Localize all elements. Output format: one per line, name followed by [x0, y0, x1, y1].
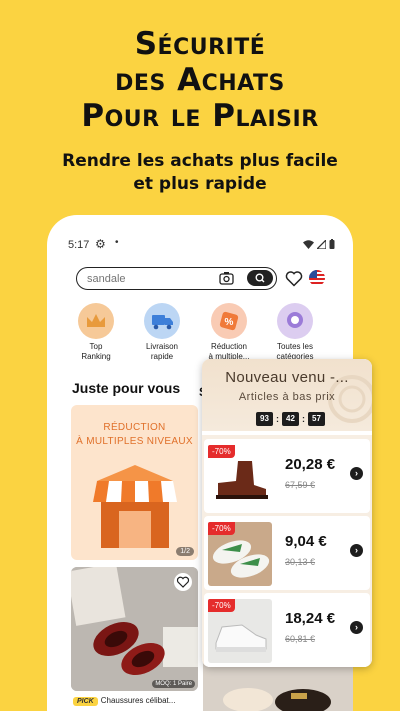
new-arrivals-header: Nouveau venu -... Articles à bas prix 93…: [202, 359, 372, 431]
deal-price: 18,24 €: [285, 610, 336, 627]
discount-tag-icon: %: [211, 303, 247, 339]
pick-badge: PICK: [73, 697, 98, 706]
crown-icon: [78, 303, 114, 339]
category-all[interactable]: Toutes les catégories: [264, 303, 326, 362]
category-top-ranking[interactable]: Top Ranking: [65, 303, 127, 362]
headline-line-3: Pour le Plaisir: [81, 98, 319, 134]
product-card-partial[interactable]: [203, 660, 353, 711]
countdown-timer: 93 : 42 : 57: [256, 412, 325, 426]
deal-item[interactable]: -70% 9,04 € 30,13 € ›: [204, 516, 370, 590]
wishlist-heart-icon[interactable]: [285, 270, 303, 287]
deal-old-price: 30,13 €: [285, 557, 316, 567]
camera-icon[interactable]: [219, 271, 234, 285]
battery-icon: [329, 239, 335, 249]
category-label-line1: Toutes les: [276, 342, 314, 351]
us-flag-icon[interactable]: [309, 270, 325, 286]
subline-line-2: et plus rapide: [133, 174, 267, 194]
timer-seconds: 57: [308, 412, 325, 426]
deal-old-price: 60,81 €: [285, 634, 316, 644]
notification-dot-icon: •: [115, 237, 119, 248]
search-bar[interactable]: [76, 267, 277, 290]
category-row: Top Ranking Livraison rapide % Réduction…: [72, 303, 347, 363]
search-icon: [255, 273, 265, 283]
new-arrivals-list: -70% 20,28 € 67,59 € › -70% 9,04 € 30,13…: [202, 435, 372, 667]
deal-price: 9,04 €: [285, 533, 327, 550]
truck-icon: [144, 303, 180, 339]
category-label-line2: rapide: [150, 352, 174, 361]
deal-old-price: 67,59 €: [285, 480, 316, 490]
category-label-line1: Top: [89, 342, 103, 351]
discount-badge: -70%: [208, 522, 235, 535]
carousel-pager: 1/2: [176, 547, 194, 556]
status-time: 5:17: [68, 239, 90, 251]
section-title: Juste pour vous: [72, 380, 181, 396]
product-title: Chaussures célibat...: [100, 696, 176, 705]
search-button[interactable]: [247, 270, 273, 286]
signal-icon: [317, 239, 326, 249]
chevron-right-icon[interactable]: ›: [350, 544, 363, 557]
new-arrivals-panel[interactable]: Nouveau venu -... Articles à bas prix 93…: [202, 359, 372, 667]
deal-item[interactable]: -70% 20,28 € 67,59 € ›: [204, 439, 370, 513]
storefront-icon: [93, 465, 177, 548]
status-bar: 5:17 ⚙ •: [47, 237, 353, 255]
headline-line-2: des Achats: [115, 62, 285, 98]
deal-price: 20,28 €: [285, 456, 336, 473]
discount-badge: -70%: [208, 599, 235, 612]
discount-badge: -70%: [208, 445, 235, 458]
shoe-product-image: [203, 660, 353, 711]
timer-hours: 93: [256, 412, 273, 426]
wifi-icon: [303, 239, 314, 249]
chevron-right-icon[interactable]: ›: [350, 621, 363, 634]
category-label-line1: Livraison: [145, 342, 178, 351]
favorite-button[interactable]: [174, 573, 192, 591]
promo-headline: Sécurité des Achats Pour le Plaisir: [0, 26, 400, 134]
timer-minutes: 42: [282, 412, 299, 426]
subline-line-1: Rendre les achats plus facile: [62, 151, 338, 171]
product-card-shoes[interactable]: MOQ: 1 Paire: [71, 567, 198, 691]
heart-icon: [176, 576, 190, 588]
search-input[interactable]: [87, 271, 207, 286]
chevron-right-icon[interactable]: ›: [350, 467, 363, 480]
category-fast-delivery[interactable]: Livraison rapide: [131, 303, 193, 362]
product-title-row: PICK Chaussures célibat...: [73, 696, 198, 710]
promo-card-multi-discount[interactable]: RÉDUCTION À MULTIPLES NIVEAUX 1/2: [71, 405, 198, 560]
category-multi-discount[interactable]: % Réduction à multiple...: [198, 303, 260, 362]
grid-icon: [277, 303, 313, 339]
new-arrivals-subtitle: Articles à bas prix: [238, 391, 336, 403]
promo-subline: Rendre les achats plus facile et plus ra…: [0, 150, 400, 196]
category-label-line2: Ranking: [81, 352, 111, 361]
moq-badge: MOQ: 1 Paire: [152, 680, 195, 688]
svg-text:%: %: [225, 317, 234, 328]
new-arrivals-title: Nouveau venu -...: [225, 369, 349, 386]
gear-icon: ⚙: [95, 237, 106, 251]
category-label-line1: Réduction: [210, 342, 248, 351]
headline-line-1: Sécurité: [134, 26, 266, 62]
deal-item[interactable]: -70% 18,24 € 60,81 € ›: [204, 593, 370, 667]
